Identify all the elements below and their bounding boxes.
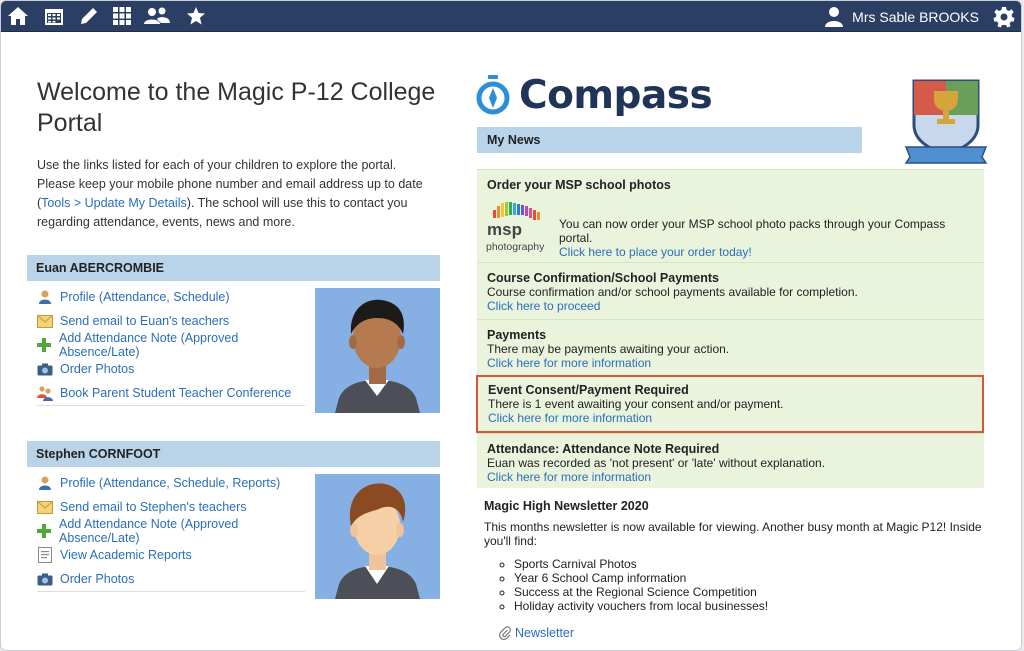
news-title: Attendance: Attendance Note Required (487, 442, 720, 456)
apps-grid-icon[interactable] (109, 4, 135, 28)
child-avatar (315, 288, 440, 413)
news-text: There may be payments awaiting your acti… (487, 342, 730, 356)
plus-icon (37, 337, 52, 353)
order-photos-link[interactable]: Order Photos (37, 567, 305, 591)
newsletter-link-label: Newsletter (515, 626, 575, 640)
news-item-payments: Payments There may be payments awaiting … (477, 319, 984, 375)
newsletter-intro: This months newsletter is now available … (484, 520, 982, 548)
news-item-event-consent: Event Consent/Payment Required There is … (476, 375, 984, 433)
child-links: Profile (Attendance, Schedule) Send emai… (37, 285, 305, 406)
my-news-header: My News (477, 127, 862, 153)
news-text: There is 1 event awaiting your consent a… (488, 397, 784, 411)
pencil-icon[interactable] (76, 4, 102, 28)
child-card-stephen: Stephen CORNFOOT Profile (Attendance, Sc… (27, 441, 440, 606)
book-conference-link[interactable]: Book Parent Student Teacher Conference (37, 381, 305, 405)
list-item: Success at the Regional Science Competit… (514, 585, 984, 599)
news-title: Payments (487, 328, 547, 342)
news-text: You can now order your MSP school photo … (559, 217, 946, 245)
profile-icon (37, 475, 53, 491)
add-attendance-note-link[interactable]: Add Attendance Note (Approved Absence/La… (37, 331, 305, 359)
newsletter-list: Sports Carnival Photos Year 6 School Cam… (514, 557, 984, 613)
link-label: Book Parent Student Teacher Conference (60, 386, 292, 400)
link-label: Send email to Euan's teachers (60, 314, 230, 328)
compass-logo-icon (476, 75, 510, 115)
child-links: Profile (Attendance, Schedule, Reports) … (37, 471, 305, 592)
user-menu[interactable]: Mrs Sable BROOKS (824, 1, 1015, 32)
more-info-link[interactable]: Click here for more information (488, 411, 972, 425)
child-name: Euan ABERCROMBIE (27, 255, 440, 281)
email-teachers-link[interactable]: Send email to Euan's teachers (37, 309, 305, 333)
child-avatar (315, 474, 440, 599)
profile-icon (37, 289, 53, 305)
conference-icon (37, 385, 53, 401)
school-crest-logo (904, 75, 988, 167)
news-item-msp-photos: Order your MSP school photos msp photogr… (477, 169, 984, 262)
news-text: Euan was recorded as 'not present' or 'l… (487, 456, 826, 470)
news-item-course-confirmation: Course Confirmation/School Payments Cour… (477, 262, 984, 319)
profile-link[interactable]: Profile (Attendance, Schedule) (37, 285, 305, 309)
more-info-link[interactable]: Click here for more information (487, 356, 974, 370)
link-label: Profile (Attendance, Schedule, Reports) (60, 476, 281, 490)
camera-icon (37, 571, 53, 587)
link-label: View Academic Reports (60, 548, 192, 562)
link-label: Order Photos (60, 362, 135, 376)
brand-name: Compass (519, 72, 713, 118)
calendar-icon[interactable] (41, 4, 67, 28)
view-academic-reports-link[interactable]: View Academic Reports (37, 543, 305, 567)
msp-logo-sub: photography (486, 241, 545, 252)
list-item: Holiday activity vouchers from local bus… (514, 599, 984, 613)
portal-window: Mrs Sable BROOKS Welcome to the Magic P-… (0, 0, 1022, 651)
news-title: Course Confirmation/School Payments (487, 271, 719, 285)
email-icon (37, 313, 53, 329)
news-text: Course confirmation and/or school paymen… (487, 285, 858, 299)
star-icon[interactable] (183, 4, 209, 28)
email-teachers-link[interactable]: Send email to Stephen's teachers (37, 495, 305, 519)
top-nav-bar: Mrs Sable BROOKS (1, 1, 1021, 32)
plus-icon (37, 523, 52, 539)
newsletter-section: Magic High Newsletter 2020 This months n… (484, 499, 984, 613)
home-icon[interactable] (5, 4, 31, 28)
link-label: Add Attendance Note (Approved Absence/La… (58, 517, 239, 545)
msp-photography-logo: msp photography (485, 200, 553, 253)
page-title: Welcome to the Magic P-12 College Portal (37, 78, 436, 137)
list-item: Sports Carnival Photos (514, 557, 984, 571)
paperclip-icon (499, 626, 511, 640)
msp-logo-word: msp (487, 220, 522, 239)
child-name: Stephen CORNFOOT (27, 441, 440, 467)
place-order-link[interactable]: Click here to place your order today! (559, 245, 979, 259)
email-icon (37, 499, 53, 515)
news-title: Event Consent/Payment Required (488, 383, 689, 397)
order-photos-link[interactable]: Order Photos (37, 357, 305, 381)
camera-icon (37, 361, 53, 377)
profile-link[interactable]: Profile (Attendance, Schedule, Reports) (37, 471, 305, 495)
user-name[interactable]: Mrs Sable BROOKS (852, 9, 979, 25)
link-label: Order Photos (60, 572, 135, 586)
add-attendance-note-link[interactable]: Add Attendance Note (Approved Absence/La… (37, 517, 305, 545)
proceed-link[interactable]: Click here to proceed (487, 299, 974, 313)
gear-icon[interactable] (993, 6, 1015, 28)
news-title: Order your MSP school photos (487, 178, 671, 192)
child-card-euan: Euan ABERCROMBIE Profile (Attendance, Sc… (27, 255, 440, 420)
link-label: Add Attendance Note (Approved Absence/La… (58, 331, 239, 359)
more-info-link[interactable]: Click here for more information (487, 470, 974, 484)
link-label: Profile (Attendance, Schedule) (60, 290, 230, 304)
link-label: Send email to Stephen's teachers (60, 500, 247, 514)
newsletter-link[interactable]: Newsletter (499, 626, 574, 640)
update-details-link[interactable]: Tools > Update My Details (41, 196, 187, 210)
news-item-attendance-note: Attendance: Attendance Note Required Eua… (477, 433, 984, 488)
welcome-message: Use the links listed for each of your ch… (37, 156, 437, 232)
list-item: Year 6 School Camp information (514, 571, 984, 585)
compass-logo: Compass (475, 72, 713, 118)
news-body: You can now order your MSP school photo … (559, 217, 979, 259)
newsletter-title: Magic High Newsletter 2020 (484, 499, 649, 513)
user-icon (824, 6, 844, 28)
report-icon (37, 547, 53, 563)
people-icon[interactable] (144, 4, 170, 28)
